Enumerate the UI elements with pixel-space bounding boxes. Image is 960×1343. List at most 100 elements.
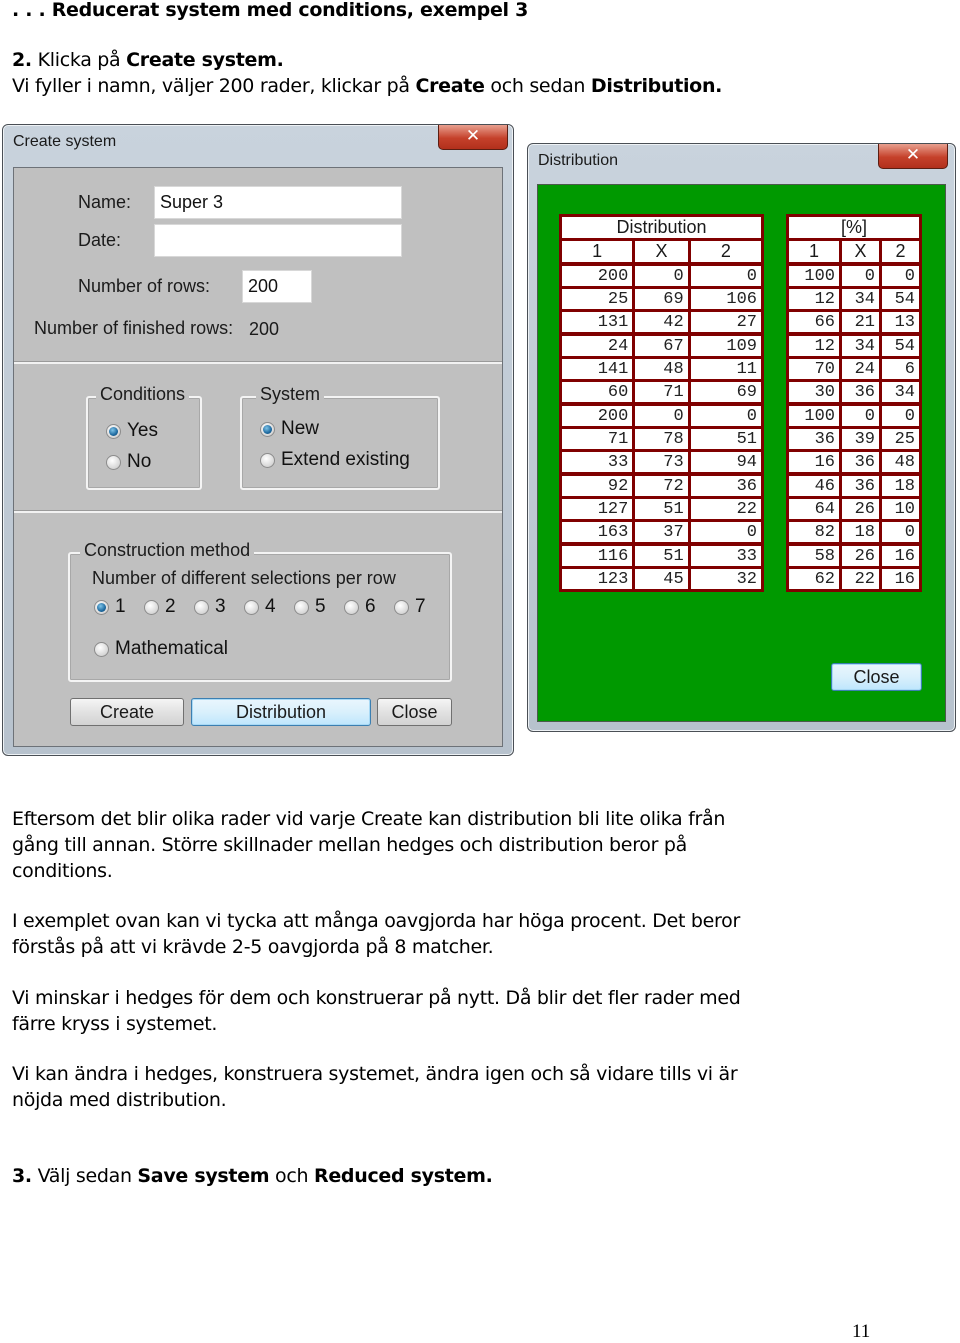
table-cell: 58 (786, 542, 842, 569)
distribution-button[interactable]: Distribution (191, 698, 371, 726)
percent-table-title: [%] (786, 214, 922, 241)
construction-method-group: Construction method Number of different … (68, 540, 452, 682)
table-row: 127 51 22 (558, 496, 765, 522)
column-header-x: X (632, 238, 691, 266)
name-input[interactable] (154, 186, 402, 219)
selection-radio-3[interactable]: 3 (194, 596, 226, 618)
table-cell: 0 (878, 402, 923, 429)
conditions-yes-radio[interactable]: Yes (106, 420, 158, 442)
create-system-title: Create system (13, 133, 117, 150)
close-button[interactable]: Close (377, 698, 452, 726)
step-2-detail-bold2: Distribution. (590, 75, 723, 97)
selection-radio-5[interactable]: 5 (294, 596, 326, 618)
selection-radio-4[interactable]: 4 (244, 596, 276, 618)
table-cell: 46 (786, 472, 842, 499)
selection-radio-7[interactable]: 7 (394, 596, 426, 618)
table-row: 70 24 6 (786, 356, 923, 382)
rows-input[interactable] (242, 270, 312, 303)
table-cell: 200 (558, 402, 636, 429)
table-cell: 42 (632, 309, 691, 336)
selection-radio-6[interactable]: 6 (344, 596, 376, 618)
table-cell: 123 (558, 566, 636, 592)
distribution-close-icon[interactable]: ✕ (878, 144, 948, 169)
table-cell: 54 (878, 286, 923, 312)
table-row: 33 73 94 (558, 449, 765, 476)
table-cell: 127 (558, 496, 636, 522)
step-2-number: 2. (12, 49, 32, 71)
distribution-close-button[interactable]: Close (831, 663, 922, 691)
conditions-no-radio[interactable]: No (106, 451, 151, 473)
paragraph-line: I exemplet ovan kan vi tycka att många o… (12, 910, 740, 932)
table-cell: 48 (632, 356, 691, 382)
table-cell: 71 (558, 426, 636, 452)
table-row: 100 0 0 (786, 402, 923, 429)
distribution-panel: Distribution 1 X 2 200 0 0 25 69 106 131 42 27 24… (537, 184, 946, 722)
table-row: 116 51 33 (558, 542, 765, 569)
table-cell: 71 (632, 379, 691, 406)
table-row: 58 26 16 (786, 542, 923, 569)
conditions-no-label: No (127, 451, 152, 472)
table-cell: 33 (687, 542, 765, 569)
table-cell: 26 (838, 496, 882, 522)
table-cell: 163 (558, 519, 636, 546)
radio-selected-icon (94, 599, 109, 615)
create-system-close-icon[interactable]: ✕ (438, 125, 508, 150)
table-cell: 22 (687, 496, 765, 522)
table-cell: 11 (687, 356, 765, 382)
table-row: 25 69 106 (558, 286, 765, 312)
conditions-yes-label: Yes (127, 420, 158, 441)
selection-label: 2 (165, 596, 176, 617)
table-cell: 106 (687, 286, 765, 312)
distribution-window-title: Distribution (538, 152, 619, 169)
table-row: 62 22 16 (786, 566, 923, 592)
radio-unselected-icon (294, 599, 309, 615)
counts-table-title: Distribution (559, 214, 764, 241)
selection-label: 3 (215, 596, 226, 617)
table-row: 36 39 25 (786, 426, 923, 452)
selection-radio-1[interactable]: 1 (94, 596, 126, 618)
table-cell: 36 (838, 472, 882, 499)
table-cell: 25 (558, 286, 636, 312)
date-input[interactable] (154, 224, 402, 257)
table-cell: 62 (786, 566, 842, 592)
step-3-text1: Välj sedan (31, 1165, 138, 1187)
table-row: 64 26 10 (786, 496, 923, 522)
table-cell: 200 (558, 262, 636, 289)
create-button[interactable]: Create (70, 698, 184, 726)
table-cell: 141 (558, 356, 636, 382)
step-3-line: 3. Välj sedan Save system och Reduced sy… (12, 1163, 493, 1189)
selection-label: 7 (415, 596, 426, 617)
section-divider (14, 361, 502, 364)
table-cell: 16 (786, 449, 842, 476)
step-2-detail-text2: och sedan (484, 75, 591, 97)
step-3-bold1: Save system (137, 1165, 270, 1187)
distribution-percent-table: [%] 1 X 2 100 0 0 12 34 54 66 21 13 12 34 54 70 24 6 30… (786, 214, 923, 592)
table-cell: 54 (878, 332, 923, 359)
table-cell: 16 (878, 566, 923, 592)
table-cell: 16 (878, 542, 923, 569)
table-cell: 82 (786, 519, 842, 546)
table-row: 141 48 11 (558, 356, 765, 382)
paragraph-line: Eftersom det blir olika rader vid varje … (12, 808, 726, 830)
table-cell: 69 (632, 286, 691, 312)
table-row: 123 45 32 (558, 566, 765, 592)
table-cell: 0 (687, 519, 765, 546)
table-cell: 70 (786, 356, 842, 382)
selection-label: 1 (115, 596, 126, 617)
table-row: 12 34 54 (786, 332, 923, 359)
table-cell: 36 (786, 426, 842, 452)
table-cell: 100 (786, 262, 842, 289)
selection-radio-2[interactable]: 2 (144, 596, 176, 618)
table-row: 16 36 48 (786, 449, 923, 476)
system-extend-radio[interactable]: Extend existing (260, 449, 410, 471)
radio-unselected-icon (260, 452, 275, 468)
table-cell: 69 (687, 379, 765, 406)
system-new-radio[interactable]: New (260, 418, 319, 440)
table-cell: 18 (878, 472, 923, 499)
table-cell: 12 (786, 286, 842, 312)
table-cell: 39 (838, 426, 882, 452)
column-header-1: 1 (786, 238, 842, 266)
selection-label: 6 (365, 596, 376, 617)
mathematical-radio[interactable]: Mathematical (94, 638, 228, 660)
system-legend: System (256, 384, 325, 405)
